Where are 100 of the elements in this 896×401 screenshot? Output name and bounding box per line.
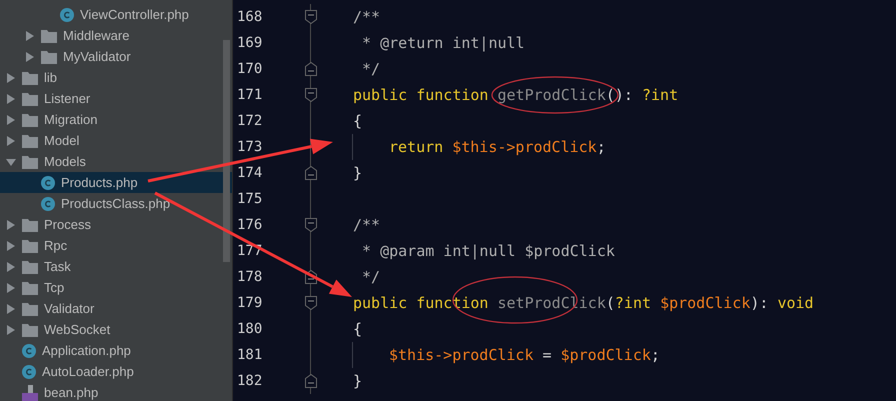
code-text: $prodClick <box>660 294 750 312</box>
folder-icon <box>22 322 38 336</box>
tree-item-label: ViewController.php <box>80 6 189 24</box>
collapsed-arrow-icon[interactable] <box>6 304 16 314</box>
tree-item[interactable]: ViewController.php <box>0 4 232 25</box>
line-number: 172 <box>236 112 264 130</box>
tree-item-label: WebSocket <box>44 320 110 339</box>
collapsed-arrow-icon[interactable] <box>6 324 16 334</box>
folder-icon <box>22 302 38 316</box>
tree-item[interactable]: Model <box>0 130 232 151</box>
collapsed-arrow-icon[interactable] <box>6 136 16 146</box>
tree-item[interactable]: Validator <box>0 298 232 319</box>
code-text: /** <box>353 216 380 234</box>
line-number: 173 <box>236 138 264 156</box>
tree-item[interactable]: lib <box>0 67 232 88</box>
folder-icon <box>22 154 38 168</box>
tree-item-label: Model <box>44 132 80 150</box>
tree-item-label: ProductsClass.php <box>61 194 170 213</box>
tree-item-label: Models <box>44 152 86 171</box>
code-text: ?int <box>614 294 652 312</box>
collapsed-arrow-icon[interactable] <box>25 52 35 62</box>
code-text: /** <box>353 8 380 26</box>
line-number: 168 <box>236 8 264 26</box>
line-number: 174 <box>236 164 264 182</box>
code-text: getProdClick <box>498 86 606 104</box>
class-icon <box>41 196 55 210</box>
collapsed-arrow-icon[interactable] <box>6 220 16 230</box>
tree-item-label: Rpc <box>44 236 68 255</box>
code-text: */ <box>361 268 380 286</box>
line-number: 171 <box>236 86 264 104</box>
folder-icon <box>22 134 38 148</box>
tree-item[interactable]: Process <box>0 214 232 235</box>
class-icon <box>22 344 36 358</box>
tree-item-label: Middleware <box>63 26 130 45</box>
tree-item[interactable]: Tcp <box>0 277 232 298</box>
code-text: } <box>353 372 362 390</box>
fold-icon[interactable] <box>304 374 316 388</box>
code-text: ( <box>606 294 615 312</box>
tree-item[interactable]: bean.php <box>0 382 232 401</box>
tree-item-label: Tcp <box>44 278 64 297</box>
tree-item[interactable]: MyValidator <box>0 46 232 67</box>
tree-item[interactable]: Models <box>0 151 232 172</box>
tree-item[interactable]: WebSocket <box>0 319 232 340</box>
tree-item-label: bean.php <box>44 384 98 401</box>
folder-icon <box>22 280 38 294</box>
code-text: * @param int|null $prodClick <box>361 242 615 260</box>
line-number: 178 <box>236 268 264 286</box>
collapsed-arrow-icon[interactable] <box>6 72 16 82</box>
tree-item[interactable]: Middleware <box>0 25 232 46</box>
php-file-icon <box>22 384 38 400</box>
tree-item-label: Validator <box>44 300 94 318</box>
code-text: ): <box>750 294 770 312</box>
tree-item-label: Migration <box>44 110 98 129</box>
fold-icon[interactable] <box>304 166 316 180</box>
tree-item[interactable]: Rpc <box>0 235 232 256</box>
code-text: $prodClick <box>560 346 651 364</box>
scrollbar[interactable] <box>223 40 230 262</box>
folder-icon <box>22 70 38 84</box>
folder-icon <box>41 28 57 42</box>
tree-item[interactable]: ProductsClass.php <box>0 193 232 214</box>
collapsed-arrow-icon[interactable] <box>25 30 35 40</box>
class-icon <box>41 176 55 190</box>
collapsed-arrow-icon[interactable] <box>6 262 16 272</box>
tree-item-label: Process <box>44 216 91 234</box>
tree-item-label: Task <box>44 258 71 276</box>
code-text: $this->prodClick <box>389 346 534 364</box>
collapsed-arrow-icon[interactable] <box>6 114 16 124</box>
tree-item[interactable]: AutoLoader.php <box>0 361 232 382</box>
fold-icon[interactable] <box>304 88 316 102</box>
expanded-arrow-icon[interactable] <box>6 156 16 166</box>
folder-icon <box>22 112 38 126</box>
code-text: */ <box>361 60 380 78</box>
line-number: 175 <box>236 190 264 208</box>
folder-icon <box>22 218 38 232</box>
tree-item[interactable]: Task <box>0 256 232 277</box>
collapsed-arrow-icon[interactable] <box>6 240 16 250</box>
tree-item-label: AutoLoader.php <box>42 362 134 381</box>
tree-item[interactable]: Migration <box>0 109 232 130</box>
code-text: ?int <box>642 86 678 104</box>
class-icon <box>22 364 36 378</box>
line-number: 180 <box>236 320 264 338</box>
code-text: { <box>353 320 362 338</box>
folder-icon <box>41 50 57 64</box>
fold-icon[interactable] <box>304 218 316 232</box>
folder-icon <box>22 260 38 274</box>
code-text: ; <box>650 346 660 364</box>
tree-item[interactable]: Products.php <box>0 172 232 193</box>
code-text: * @return int|null <box>361 34 525 52</box>
tree-item[interactable]: Application.php <box>0 340 232 361</box>
tree-item[interactable]: Listener <box>0 88 232 109</box>
code-text: = <box>542 346 553 364</box>
collapsed-arrow-icon[interactable] <box>6 94 16 104</box>
line-number: 170 <box>236 60 264 78</box>
code-text: return <box>389 138 444 156</box>
fold-icon[interactable] <box>304 296 316 310</box>
fold-icon[interactable] <box>304 62 316 76</box>
fold-icon[interactable] <box>304 10 316 24</box>
code-text: void <box>777 294 814 312</box>
line-number: 181 <box>236 346 264 364</box>
collapsed-arrow-icon[interactable] <box>6 282 16 292</box>
